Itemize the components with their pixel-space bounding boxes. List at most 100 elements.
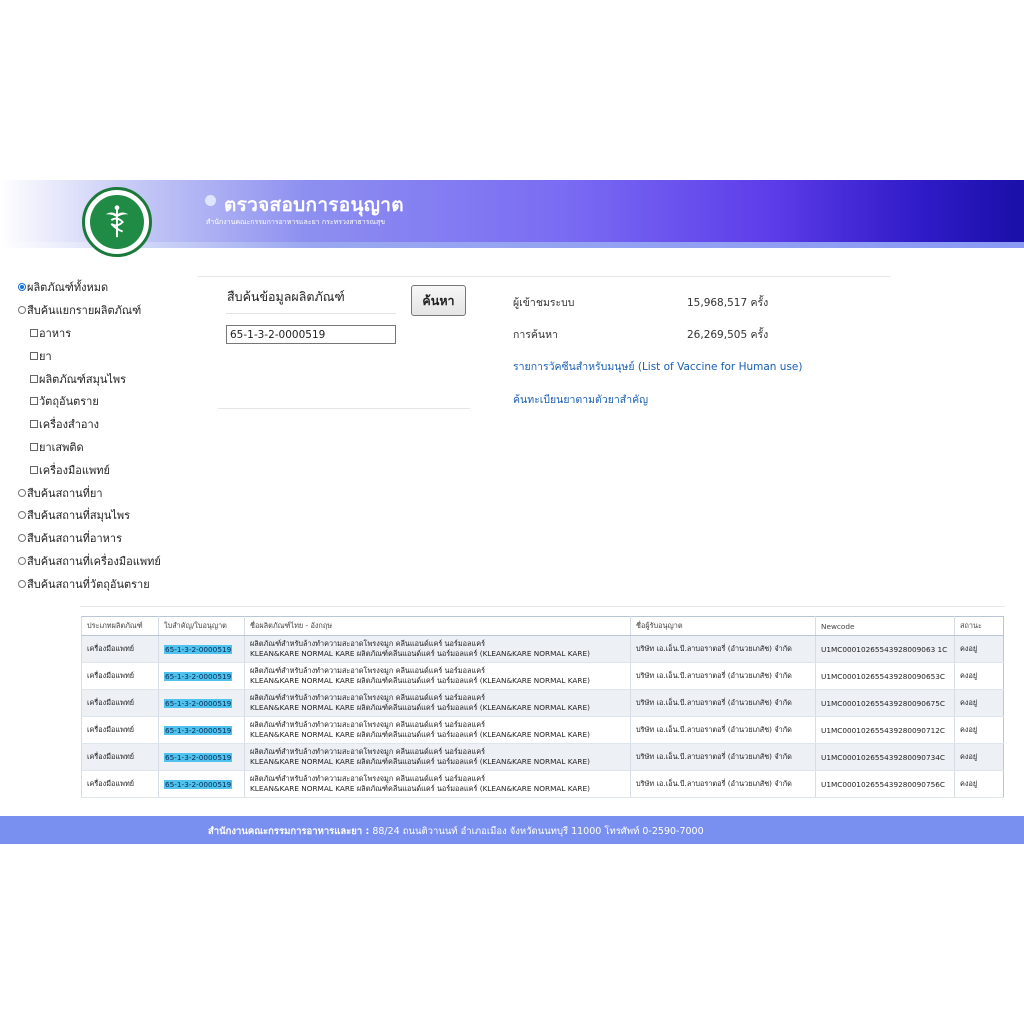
col-header-holder[interactable]: ชื่อผู้รับอนุญาต [630, 616, 816, 636]
checkbox[interactable] [30, 328, 38, 337]
search-button[interactable]: ค้นหา [411, 285, 466, 316]
menu-item-label: สืบค้นสถานที่สมุนไพร [27, 509, 131, 523]
page-title: ตรวจสอบการอนุญาต [224, 194, 404, 216]
cell-type: เครื่องมือแพทย์ [81, 743, 159, 771]
footer-org: สำนักงานคณะกรรมการอาหารและยา : [208, 826, 370, 837]
cell-newcode: U1MC000102655439280090675C [815, 689, 955, 717]
checkbox[interactable] [30, 397, 38, 406]
menu-item-label: อาหาร [39, 326, 72, 340]
cell-status: คงอยู่ [954, 635, 1004, 663]
cell-type: เครื่องมือแพทย์ [81, 662, 159, 690]
menu-item-label: สืบค้นสถานที่ยา [27, 486, 103, 500]
product-name-en: KLEAN&KARE NORMAL KARE ผลิตภัณฑ์คลีนแอนด… [250, 757, 590, 766]
radio-button[interactable] [18, 283, 26, 292]
col-header-type[interactable]: ประเภทผลิตภัณฑ์ [81, 616, 159, 636]
menu-item[interactable]: ผลิตภัณฑ์สมุนไพร [18, 367, 198, 390]
col-header-status[interactable]: สถานะ [954, 616, 1004, 636]
license-highlight[interactable]: 65-1-3-2-0000519 [164, 644, 233, 654]
cell-newcode: U1MC000102655439280090734C [815, 743, 955, 771]
menu-item-label: เครื่องมือแพทย์ [39, 463, 110, 477]
results-table: ประเภทผลิตภัณฑ์ ใบสำคัญ/ใบอนุญาต ชื่อผลิ… [81, 616, 1004, 798]
license-highlight[interactable]: 65-1-3-2-0000519 [164, 671, 233, 681]
cell-license[interactable]: 65-1-3-2-0000519 [158, 716, 245, 744]
menu-item-label: ผลิตภัณฑ์สมุนไพร [39, 372, 127, 386]
menu-item[interactable]: สืบค้นสถานที่วัตถุอันตราย [18, 572, 198, 595]
cell-license[interactable]: 65-1-3-2-0000519 [158, 689, 245, 717]
cell-license[interactable]: 65-1-3-2-0000519 [158, 770, 245, 798]
cell-license[interactable]: 65-1-3-2-0000519 [158, 662, 245, 690]
product-name-th: ผลิตภัณฑ์สำหรับล้างทำความสะอาดโพรงจมูก ค… [250, 639, 486, 648]
search-input[interactable] [226, 325, 396, 344]
table-header-row: ประเภทผลิตภัณฑ์ ใบสำคัญ/ใบอนุญาต ชื่อผลิ… [81, 616, 1004, 636]
product-name-en: KLEAN&KARE NORMAL KARE ผลิตภัณฑ์คลีนแอนด… [250, 676, 590, 685]
search-label: สืบค้นข้อมูลผลิตภัณฑ์ [227, 289, 345, 304]
ministry-logo [82, 187, 152, 257]
col-header-license[interactable]: ใบสำคัญ/ใบอนุญาต [158, 616, 245, 636]
cell-product-name: ผลิตภัณฑ์สำหรับล้างทำความสะอาดโพรงจมูก ค… [244, 770, 631, 798]
radio-button[interactable] [18, 534, 26, 543]
cell-type: เครื่องมือแพทย์ [81, 716, 159, 744]
menu-item[interactable]: อาหาร [18, 322, 198, 345]
menu-item[interactable]: สืบค้นสถานที่สมุนไพร [18, 504, 198, 527]
cell-product-name: ผลิตภัณฑ์สำหรับล้างทำความสะอาดโพรงจมูก ค… [244, 743, 631, 771]
menu-item[interactable]: สืบค้นแยกรายผลิตภัณฑ์ [18, 299, 198, 322]
cell-status: คงอยู่ [954, 716, 1004, 744]
checkbox[interactable] [30, 374, 38, 383]
product-name-th: ผลิตภัณฑ์สำหรับล้างทำความสะอาดโพรงจมูก ค… [250, 747, 486, 756]
checkbox[interactable] [30, 420, 38, 429]
menu-item-label: ยา [39, 349, 52, 363]
menu-item-label: ผลิตภัณฑ์ทั้งหมด [27, 281, 109, 295]
cell-newcode: U1MC000102655439280090756C [815, 770, 955, 798]
product-name-en: KLEAN&KARE NORMAL KARE ผลิตภัณฑ์คลีนแอนด… [250, 649, 590, 658]
radio-button[interactable] [18, 511, 26, 520]
table-row[interactable]: เครื่องมือแพทย์ 65-1-3-2-0000519 ผลิตภัณฑ์… [81, 770, 1004, 798]
license-highlight[interactable]: 65-1-3-2-0000519 [164, 698, 233, 708]
vaccine-list-link[interactable]: รายการวัคซีนสำหรับมนุษย์ (List of Vaccin… [513, 358, 802, 375]
menu-item[interactable]: เครื่องสำอาง [18, 413, 198, 436]
product-name-th: ผลิตภัณฑ์สำหรับล้างทำความสะอาดโพรงจมูก ค… [250, 720, 486, 729]
menu-item[interactable]: ผลิตภัณฑ์ทั้งหมด [18, 276, 198, 299]
header-underline [0, 242, 1024, 248]
col-header-newcode[interactable]: Newcode [815, 616, 955, 636]
cell-license[interactable]: 65-1-3-2-0000519 [158, 635, 245, 663]
cell-holder: บริษัท เอ.เอ็น.บี.ลาบอราตอรี่ (อำนวยเภสั… [630, 716, 816, 744]
radio-button[interactable] [18, 488, 26, 497]
table-row[interactable]: เครื่องมือแพทย์ 65-1-3-2-0000519 ผลิตภัณฑ์… [81, 716, 1004, 744]
table-row[interactable]: เครื่องมือแพทย์ 65-1-3-2-0000519 ผลิตภัณฑ์… [81, 743, 1004, 771]
drug-search-link[interactable]: ค้นทะเบียนยาตามตัวยาสำคัญ [513, 391, 648, 408]
table-row[interactable]: เครื่องมือแพทย์ 65-1-3-2-0000519 ผลิตภัณฑ์… [81, 635, 1004, 663]
radio-button[interactable] [18, 579, 26, 588]
product-name-th: ผลิตภัณฑ์สำหรับล้างทำความสะอาดโพรงจมูก ค… [250, 693, 486, 702]
menu-item[interactable]: สืบค้นสถานที่ยา [18, 481, 198, 504]
cell-newcode: U1MC00010265543928009063 1C [815, 635, 955, 663]
license-highlight[interactable]: 65-1-3-2-0000519 [164, 752, 233, 762]
search-type-menu: ผลิตภัณฑ์ทั้งหมดสืบค้นแยกรายผลิตภัณฑ์อาห… [18, 276, 198, 595]
menu-item[interactable]: สืบค้นสถานที่เครื่องมือแพทย์ [18, 550, 198, 573]
col-header-product-name[interactable]: ชื่อผลิตภัณฑ์ไทย - อังกฤษ [244, 616, 631, 636]
radio-button[interactable] [18, 556, 26, 565]
product-name-th: ผลิตภัณฑ์สำหรับล้างทำความสะอาดโพรงจมูก ค… [250, 666, 486, 675]
radio-button[interactable] [18, 306, 26, 315]
cell-holder: บริษัท เอ.เอ็น.บี.ลาบอราตอรี่ (อำนวยเภสั… [630, 662, 816, 690]
checkbox[interactable] [30, 465, 38, 474]
cell-type: เครื่องมือแพทย์ [81, 689, 159, 717]
license-highlight[interactable]: 65-1-3-2-0000519 [164, 725, 233, 735]
searches-value: 26,269,505 ครั้ง [687, 329, 769, 341]
table-row[interactable]: เครื่องมือแพทย์ 65-1-3-2-0000519 ผลิตภัณฑ์… [81, 689, 1004, 717]
checkbox[interactable] [30, 442, 38, 451]
search-divider-bottom [218, 408, 470, 409]
license-highlight[interactable]: 65-1-3-2-0000519 [164, 779, 233, 789]
menu-item[interactable]: ยาเสพติด [18, 436, 198, 459]
cell-license[interactable]: 65-1-3-2-0000519 [158, 743, 245, 771]
searches-label: การค้นหา [513, 329, 558, 341]
cell-holder: บริษัท เอ.เอ็น.บี.ลาบอราตอรี่ (อำนวยเภสั… [630, 743, 816, 771]
menu-item[interactable]: ยา [18, 344, 198, 367]
cell-status: คงอยู่ [954, 662, 1004, 690]
circle-bullet-icon [205, 195, 216, 206]
checkbox[interactable] [30, 351, 38, 360]
menu-item[interactable]: วัตถุอันตราย [18, 390, 198, 413]
menu-item[interactable]: สืบค้นสถานที่อาหาร [18, 527, 198, 550]
menu-item[interactable]: เครื่องมือแพทย์ [18, 458, 198, 481]
table-row[interactable]: เครื่องมือแพทย์ 65-1-3-2-0000519 ผลิตภัณฑ์… [81, 662, 1004, 690]
footer-text: สำนักงานคณะกรรมการอาหารและยา : 88/24 ถนน… [208, 824, 704, 839]
